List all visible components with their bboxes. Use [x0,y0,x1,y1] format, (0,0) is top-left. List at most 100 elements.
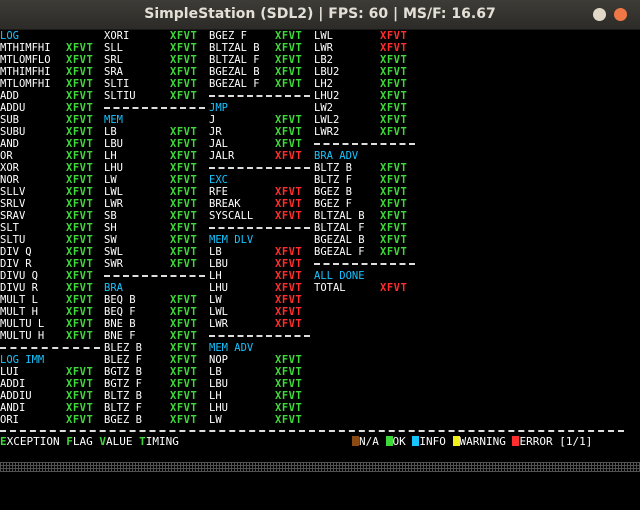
xfvt-status: XFVT [66,234,93,246]
legend-word: XCEPTION [6,435,67,448]
status-flag: X [66,294,73,306]
section-header: EXC [209,174,314,186]
status-flag: F [72,330,80,342]
test-row: BGEZAL F XFVT [314,246,419,258]
status-flag: X [66,54,73,66]
status-flag: X [275,138,282,150]
xfvt-status: XFVT [170,150,197,162]
test-name: BGEZ F [209,30,247,42]
status-flag: F [386,66,394,78]
test-row: BGEZAL B XFVT [314,234,419,246]
test-row: LW2 XFVT [314,102,419,114]
status-flag: T [190,366,198,378]
status-flag: T [295,402,303,414]
status-flag: F [72,198,80,210]
status-flag: F [281,198,289,210]
test-name: BGEZ B [104,414,142,426]
test-name: LB [209,366,222,378]
status-flag: X [380,54,387,66]
xfvt-status: XFVT [275,198,302,210]
status-flag: F [72,162,80,174]
test-name: BGEZ B [314,186,352,198]
status-flag: F [281,366,289,378]
test-name: LWR2 [314,126,340,138]
status-flag: T [295,78,303,90]
status-flag: X [275,366,282,378]
section-header: MEM ADV [209,342,314,354]
status-flag: X [170,90,177,102]
xfvt-status: XFVT [380,66,407,78]
xfvt-status: XFVT [66,306,93,318]
section-header: JMP [209,102,314,114]
test-row: LB XFVT [209,246,314,258]
test-name: OR [0,150,13,162]
xfvt-status: XFVT [66,90,93,102]
status-flag: X [275,54,282,66]
xfvt-status: XFVT [275,210,302,222]
status-flag: X [380,30,387,42]
status-flag: F [176,414,184,426]
status-flag: X [170,294,177,306]
status-flag: F [386,246,394,258]
status-flag: F [72,210,80,222]
status-flag: X [170,210,177,222]
xfvt-status: XFVT [275,282,302,294]
status-flag: T [400,162,408,174]
xfvt-status: XFVT [170,342,197,354]
test-row: SRL XFVT [104,54,209,66]
status-flag: T [400,126,408,138]
test-name: RFE [209,186,228,198]
status-flag: F [72,270,80,282]
status-flag: T [295,198,303,210]
section-header: LOG IMM [0,354,104,366]
window-title: SimpleStation (SDL2) | FPS: 60 | MS/F: 1… [144,6,496,22]
status-flag: X [380,102,387,114]
test-name: LUI [0,366,19,378]
status-flag: F [386,114,394,126]
status-flag: T [295,282,303,294]
status-flag: F [176,258,184,270]
status-flag: X [66,378,73,390]
close-button[interactable] [614,8,627,21]
status-flag: T [190,138,198,150]
status-flag: F [72,138,80,150]
status-flag: X [170,30,177,42]
test-name: SRAV [0,210,26,222]
xfvt-status: XFVT [380,186,407,198]
status-flag: X [380,78,387,90]
xfvt-status: XFVT [66,270,93,282]
test-name: MTHIMFHI [0,66,51,78]
test-name: XORI [104,30,130,42]
status-flag: X [275,354,282,366]
xfvt-status: XFVT [170,330,197,342]
test-row: ORI XFVT [0,414,104,426]
test-name: LH [209,390,222,402]
test-row: MULTU H XFVT [0,330,104,342]
test-name: MTHIMFHI [0,42,51,54]
status-flag: X [170,186,177,198]
status-flag: X [170,366,177,378]
section-separator [0,342,104,354]
xfvt-status: XFVT [66,102,93,114]
status-flag: X [275,150,282,162]
test-name: LB [104,126,117,138]
test-name: LBU [104,138,123,150]
status-flag: X [170,42,177,54]
test-name: MULT L [0,294,38,306]
minimize-button[interactable] [593,8,606,21]
test-row: BLTZ B XFVT [104,390,209,402]
status-flag: F [72,150,80,162]
status-flag: T [86,66,94,78]
test-name: LBU2 [314,66,340,78]
xfvt-status: XFVT [275,378,302,390]
status-flag: X [66,126,73,138]
status-flag: T [190,150,198,162]
test-name: BLTZ F [314,174,352,186]
status-flag: T [400,42,408,54]
status-flag: F [281,54,289,66]
status-flag: F [386,102,394,114]
xfvt-status: XFVT [275,390,302,402]
window-titlebar[interactable]: SimpleStation (SDL2) | FPS: 60 | MS/F: 1… [0,0,640,30]
status-flag: X [380,186,387,198]
test-name: AND [0,138,19,150]
